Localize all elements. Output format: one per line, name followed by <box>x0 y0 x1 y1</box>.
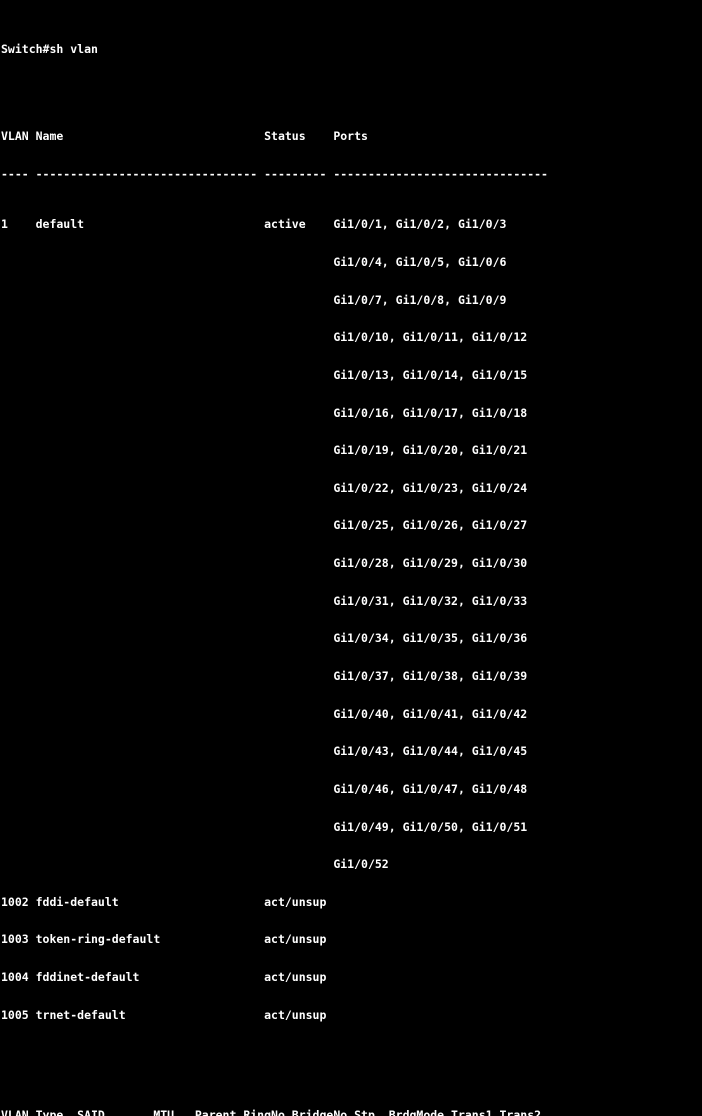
table-row: Gi1/0/25, Gi1/0/26, Gi1/0/27 <box>1 518 528 533</box>
table-row: Gi1/0/7, Gi1/0/8, Gi1/0/9 <box>1 292 507 307</box>
table-row: Gi1/0/31, Gi1/0/32, Gi1/0/33 <box>1 593 528 608</box>
table-row: 1002 fddi-default act/unsup <box>1 894 327 909</box>
table-row: Gi1/0/19, Gi1/0/20, Gi1/0/21 <box>1 443 528 458</box>
table-row: Gi1/0/10, Gi1/0/11, Gi1/0/12 <box>1 330 528 345</box>
table-row: Gi1/0/49, Gi1/0/50, Gi1/0/51 <box>1 819 528 834</box>
table-row: Gi1/0/40, Gi1/0/41, Gi1/0/42 <box>1 706 528 721</box>
table-row: Gi1/0/34, Gi1/0/35, Gi1/0/36 <box>1 631 528 646</box>
table-row: 1005 trnet-default act/unsup <box>1 1007 327 1022</box>
table-row: Gi1/0/13, Gi1/0/14, Gi1/0/15 <box>1 367 528 382</box>
vlan-table-separator: ---- -------------------------------- --… <box>1 167 548 182</box>
command-prompt-sh-vlan: Switch#sh vlan <box>1 41 98 56</box>
vlan-table-header: VLAN Name Status Ports <box>1 129 368 144</box>
said-table-header: VLAN Type SAID MTU Parent RingNo BridgeN… <box>1 1108 542 1116</box>
table-row: Gi1/0/28, Gi1/0/29, Gi1/0/30 <box>1 556 528 571</box>
table-row: Gi1/0/43, Gi1/0/44, Gi1/0/45 <box>1 744 528 759</box>
table-row: 1003 token-ring-default act/unsup <box>1 932 327 947</box>
table-row: 1004 fddinet-default act/unsup <box>1 970 327 985</box>
table-row: Gi1/0/52 <box>1 857 389 872</box>
table-row: Gi1/0/4, Gi1/0/5, Gi1/0/6 <box>1 254 507 269</box>
table-row: Gi1/0/16, Gi1/0/17, Gi1/0/18 <box>1 405 528 420</box>
table-row: Gi1/0/22, Gi1/0/23, Gi1/0/24 <box>1 480 528 495</box>
table-row: 1 default active Gi1/0/1, Gi1/0/2, Gi1/0… <box>1 217 507 232</box>
table-row: Gi1/0/46, Gi1/0/47, Gi1/0/48 <box>1 781 528 796</box>
table-row: Gi1/0/37, Gi1/0/38, Gi1/0/39 <box>1 668 528 683</box>
terminal-window[interactable]: Switch#sh vlan VLAN Name Status Ports --… <box>0 0 702 1116</box>
